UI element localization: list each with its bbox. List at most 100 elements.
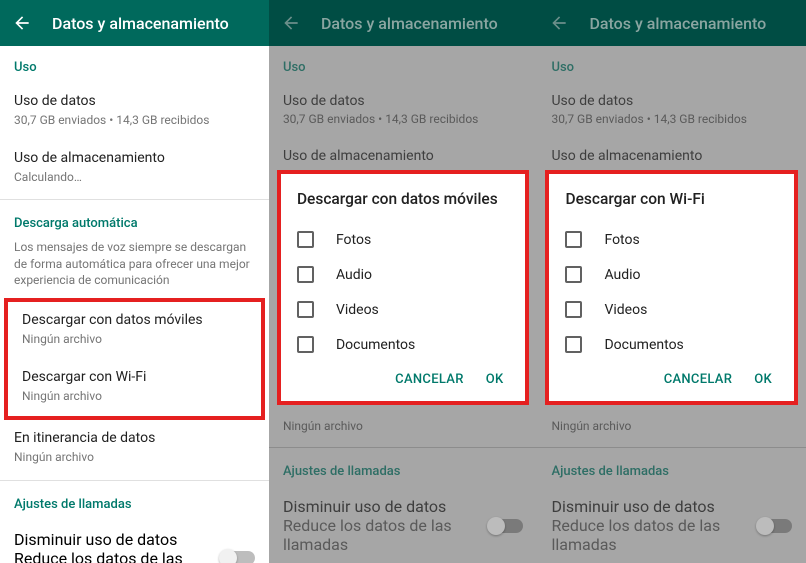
item-title: Uso de datos — [14, 93, 255, 109]
section-llamadas: Ajustes de llamadas — [0, 483, 269, 520]
appbar: Datos y almacenamiento — [537, 0, 806, 46]
item-title: Disminuir uso de datos — [283, 497, 490, 516]
section-llamadas: Ajustes de llamadas — [269, 450, 538, 487]
dialog-title: Descargar con datos móviles — [297, 190, 516, 208]
section-llamadas: Ajustes de llamadas — [537, 450, 806, 487]
section-uso: Uso — [0, 46, 269, 83]
option-videos[interactable]: Videos — [565, 292, 784, 327]
item-roaming[interactable]: En itinerancia de datos Ningún archivo — [0, 420, 269, 477]
item-uso-almacenamiento[interactable]: Uso de almacenamiento Calculando… — [0, 140, 269, 197]
item-sub: Reduce los datos de las llamadas — [14, 549, 213, 563]
option-audio[interactable]: Audio — [297, 257, 516, 292]
screen-dialog-wifi: Datos y almacenamiento Uso Uso de datos … — [537, 0, 806, 563]
back-icon[interactable] — [10, 11, 34, 35]
switch-toggle — [489, 519, 523, 533]
item-disminuir-datos[interactable]: Disminuir uso de datos Reduce los datos … — [0, 520, 269, 563]
option-label: Documentos — [604, 337, 683, 353]
section-uso: Uso — [269, 46, 538, 83]
option-label: Videos — [604, 302, 647, 318]
item-sub: Ningún archivo — [283, 419, 524, 433]
option-fotos[interactable]: Fotos — [565, 222, 784, 257]
item-sub: Ningún archivo — [551, 419, 792, 433]
item-disminuir-datos: Disminuir uso de datos Reduce los datos … — [537, 487, 806, 563]
item-roaming: Ningún archivo — [269, 409, 538, 445]
cancel-button[interactable]: CANCELAR — [395, 372, 464, 387]
option-label: Audio — [336, 267, 372, 283]
option-documentos[interactable]: Documentos — [297, 327, 516, 362]
item-title: En itinerancia de datos — [14, 430, 255, 446]
settings-content: Uso Uso de datos 30,7 GB enviados • 14,3… — [0, 46, 269, 563]
item-sub: Reduce los datos de las llamadas — [283, 516, 490, 554]
highlight-download-options: Descargar con datos móviles Ningún archi… — [4, 298, 265, 420]
switch-toggle[interactable] — [221, 551, 255, 563]
item-disminuir-datos: Disminuir uso de datos Reduce los datos … — [269, 487, 538, 563]
item-uso-datos: Uso de datos 30,7 GB enviados • 14,3 GB … — [537, 83, 806, 138]
checkbox-icon[interactable] — [297, 336, 314, 353]
dialog-wifi: Descargar con Wi-Fi Fotos Audio Videos D… — [549, 174, 794, 401]
dialog-highlight: Descargar con datos móviles Fotos Audio … — [277, 170, 530, 405]
item-sub: Reduce los datos de las llamadas — [551, 516, 758, 554]
screen-settings: Datos y almacenamiento Uso Uso de datos … — [0, 0, 269, 563]
back-icon — [547, 11, 571, 35]
option-label: Fotos — [336, 232, 371, 248]
option-label: Audio — [604, 267, 640, 283]
section-desc-text: Los mensajes de voz siempre se descargan… — [0, 239, 269, 298]
checkbox-icon[interactable] — [297, 231, 314, 248]
dialog-moviles: Descargar con datos móviles Fotos Audio … — [281, 174, 526, 401]
option-documentos[interactable]: Documentos — [565, 327, 784, 362]
divider — [0, 480, 269, 481]
divider — [269, 447, 538, 448]
checkbox-icon[interactable] — [297, 266, 314, 283]
section-descarga: Descarga automática — [0, 202, 269, 239]
item-sub: 30,7 GB enviados • 14,3 GB recibidos — [14, 112, 255, 128]
item-sub: Ningún archivo — [22, 388, 247, 404]
ok-button[interactable]: OK — [486, 372, 504, 387]
checkbox-icon[interactable] — [297, 301, 314, 318]
option-label: Videos — [336, 302, 379, 318]
item-title: Uso de almacenamiento — [283, 148, 524, 164]
dialog-actions: CANCELAR OK — [565, 362, 784, 393]
item-datos-moviles[interactable]: Descargar con datos móviles Ningún archi… — [8, 302, 261, 359]
appbar-title: Datos y almacenamiento — [589, 14, 766, 33]
option-fotos[interactable]: Fotos — [297, 222, 516, 257]
item-sub: Calculando… — [14, 169, 255, 185]
item-title: Disminuir uso de datos — [14, 530, 213, 549]
item-sub: Ningún archivo — [22, 331, 247, 347]
dialog-title: Descargar con Wi-Fi — [565, 190, 784, 208]
option-label: Fotos — [604, 232, 639, 248]
checkbox-icon[interactable] — [565, 301, 582, 318]
item-uso-datos: Uso de datos 30,7 GB enviados • 14,3 GB … — [269, 83, 538, 138]
item-title: Descargar con datos móviles — [22, 312, 247, 328]
dialog-highlight: Descargar con Wi-Fi Fotos Audio Videos D… — [545, 170, 798, 405]
item-sub: 30,7 GB enviados • 14,3 GB recibidos — [283, 112, 524, 126]
item-uso-datos[interactable]: Uso de datos 30,7 GB enviados • 14,3 GB … — [0, 83, 269, 140]
item-roaming: Ningún archivo — [537, 409, 806, 445]
appbar: Datos y almacenamiento — [269, 0, 538, 46]
item-sub: Ningún archivo — [14, 449, 255, 465]
divider — [0, 199, 269, 200]
checkbox-icon[interactable] — [565, 231, 582, 248]
cancel-button[interactable]: CANCELAR — [664, 372, 733, 387]
ok-button[interactable]: OK — [754, 372, 772, 387]
section-uso: Uso — [537, 46, 806, 83]
dialog-actions: CANCELAR OK — [297, 362, 516, 393]
checkbox-icon[interactable] — [565, 266, 582, 283]
appbar-title: Datos y almacenamiento — [321, 14, 498, 33]
item-title: Descargar con Wi-Fi — [22, 369, 247, 385]
option-videos[interactable]: Videos — [297, 292, 516, 327]
item-title: Disminuir uso de datos — [551, 497, 758, 516]
item-wifi[interactable]: Descargar con Wi-Fi Ningún archivo — [8, 359, 261, 416]
item-title: Uso de datos — [551, 93, 792, 109]
item-title: Uso de almacenamiento — [14, 150, 255, 166]
option-label: Documentos — [336, 337, 415, 353]
appbar: Datos y almacenamiento — [0, 0, 269, 46]
appbar-title: Datos y almacenamiento — [52, 14, 229, 33]
checkbox-icon[interactable] — [565, 336, 582, 353]
screen-dialog-moviles: Datos y almacenamiento Uso Uso de datos … — [269, 0, 538, 563]
back-icon — [279, 11, 303, 35]
item-sub: 30,7 GB enviados • 14,3 GB recibidos — [551, 112, 792, 126]
divider — [537, 447, 806, 448]
option-audio[interactable]: Audio — [565, 257, 784, 292]
item-title: Uso de almacenamiento — [551, 148, 792, 164]
switch-toggle — [758, 519, 792, 533]
